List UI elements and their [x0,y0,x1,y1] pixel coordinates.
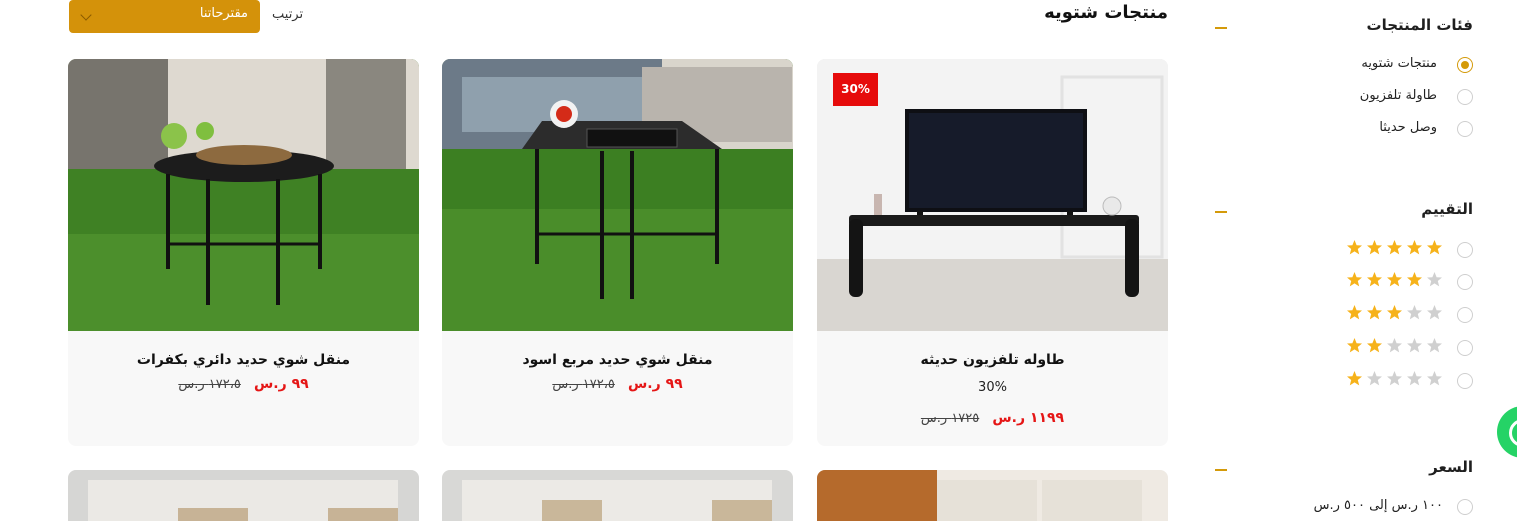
star-empty-icon [1387,338,1402,353]
page-title: منتجات شتويه [1044,2,1168,23]
radio-icon[interactable] [1457,307,1473,323]
rating-option[interactable] [1215,370,1473,390]
star-empty-icon [1427,305,1442,320]
radio-icon[interactable] [1457,57,1473,73]
rating-stars [1346,304,1443,321]
rating-stars [1346,337,1443,354]
product-card-partial[interactable] [68,470,419,521]
rating-option[interactable] [1215,337,1473,357]
product-prices: ٩٩ ر.س ١٧٢،٥ ر.س [68,373,419,392]
category-option-tv-table[interactable]: طاولة تلفزيون [1215,87,1473,107]
product-image-sofa [68,470,419,521]
star-filled-icon [1407,272,1422,287]
collapse-minus-icon[interactable] [1215,469,1227,471]
product-price: ٩٩ ر.س [627,376,683,392]
product-image-round-grill[interactable] [68,59,419,331]
radio-icon[interactable] [1457,121,1473,137]
product-old-price: ١٧٢،٥ ر.س [552,377,615,392]
star-empty-icon [1407,338,1422,353]
price-option-100-500[interactable]: ١٠٠ ر.س إلى ٥٠٠ ر.س [1215,497,1473,517]
product-prices: ١١٩٩ ر.س ١٧٢٥ ر.س [817,407,1168,426]
star-filled-icon [1347,338,1362,353]
star-filled-icon [1367,272,1382,287]
category-option-new-arrivals[interactable]: وصل حديثا [1215,119,1473,139]
product-discount: 30% [978,380,1007,395]
product-card[interactable]: منقل شوي حديد مربع اسود ٩٩ ر.س ١٧٢،٥ ر.س [442,59,793,446]
price-filter-header[interactable]: السعر [1215,458,1473,482]
rating-stars [1346,239,1443,256]
star-filled-icon [1367,305,1382,320]
star-empty-icon [1367,371,1382,386]
product-price: ٩٩ ر.س [253,376,309,392]
star-filled-icon [1367,338,1382,353]
star-empty-icon [1387,371,1402,386]
star-filled-icon [1387,240,1402,255]
rating-stars [1346,370,1443,387]
product-old-price: ١٧٢،٥ ر.س [178,377,241,392]
collapse-minus-icon[interactable] [1215,27,1227,29]
star-filled-icon [1347,305,1362,320]
radio-icon[interactable] [1457,373,1473,389]
rating-option[interactable] [1215,304,1473,324]
star-filled-icon [1387,272,1402,287]
category-option-label: وصل حديثا [1379,120,1437,135]
star-empty-icon [1427,371,1442,386]
product-card[interactable]: منقل شوي حديد دائري بكفرات ٩٩ ر.س ١٧٢،٥ … [68,59,419,446]
rating-option[interactable] [1215,271,1473,291]
rating-filter-title: التقييم [1421,200,1473,218]
rating-filter-header[interactable]: التقييم [1215,200,1473,224]
product-card[interactable]: 30% طاوله تلفزيون حديثه 30% ١١٩٩ ر.س ١٧٢… [817,59,1168,446]
product-card-partial[interactable] [817,470,1168,521]
star-empty-icon [1407,371,1422,386]
sort-selected-value: مقترحاتنا [199,6,248,21]
product-name[interactable]: منقل شوي حديد مربع اسود [442,352,793,368]
star-empty-icon [1407,305,1422,320]
sort-label: ترتيب [272,7,304,22]
discount-badge: 30% [833,73,878,106]
categories-filter-title: فئات المنتجات [1366,16,1473,34]
radio-icon[interactable] [1457,89,1473,105]
star-filled-icon [1367,240,1382,255]
category-option-winter[interactable]: منتجات شتويه [1215,55,1473,75]
radio-icon[interactable] [1457,340,1473,356]
category-option-label: منتجات شتويه [1361,56,1437,71]
star-filled-icon [1347,272,1362,287]
star-empty-icon [1427,338,1442,353]
filters-sidebar: فئات المنتجات منتجات شتويه طاولة تلفزيون… [1215,0,1473,521]
star-filled-icon [1347,371,1362,386]
star-empty-icon [1427,272,1442,287]
product-card-partial[interactable] [442,470,793,521]
categories-filter-header[interactable]: فئات المنتجات [1215,16,1473,40]
radio-icon[interactable] [1457,274,1473,290]
product-name[interactable]: طاوله تلفزيون حديثه [817,352,1168,368]
rating-option[interactable] [1215,239,1473,259]
price-filter-title: السعر [1429,458,1473,476]
product-price: ١١٩٩ ر.س [992,410,1065,426]
star-filled-icon [1427,240,1442,255]
sort-dropdown[interactable]: مقترحاتنا [69,0,260,33]
product-image-square-grill[interactable] [442,59,793,331]
price-option-label: ١٠٠ ر.س إلى ٥٠٠ ر.س [1313,498,1443,513]
radio-icon[interactable] [1457,499,1473,515]
chevron-down-icon [80,9,92,21]
rating-stars [1346,271,1443,288]
product-name[interactable]: منقل شوي حديد دائري بكفرات [68,352,419,368]
product-image-tv-table[interactable]: 30% [817,59,1168,331]
star-filled-icon [1407,240,1422,255]
category-option-label: طاولة تلفزيون [1359,88,1437,103]
star-filled-icon [1387,305,1402,320]
radio-icon[interactable] [1457,242,1473,258]
product-prices: ٩٩ ر.س ١٧٢،٥ ر.س [442,373,793,392]
whatsapp-icon[interactable] [1497,406,1517,458]
product-image-sofa [442,470,793,521]
product-old-price: ١٧٢٥ ر.س [920,411,980,426]
star-filled-icon [1347,240,1362,255]
collapse-minus-icon[interactable] [1215,211,1227,213]
product-image-sofa [817,470,1168,521]
